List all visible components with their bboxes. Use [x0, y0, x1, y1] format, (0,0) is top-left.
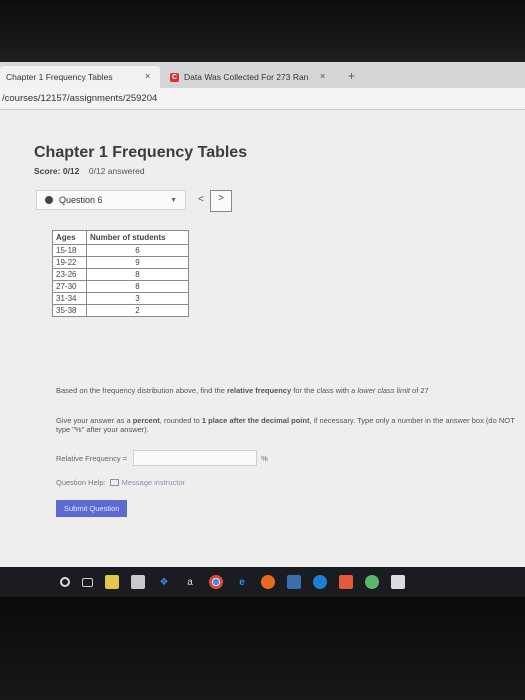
- answered-count: 0/12 answered: [88, 166, 145, 176]
- task-view-icon[interactable]: [82, 577, 93, 587]
- tab-label: Data Was Collected For 273 Ran: [184, 72, 309, 82]
- help-label: Question Help:: [56, 478, 106, 487]
- prompt-text: of 27: [409, 386, 429, 395]
- close-icon[interactable]: ×: [320, 71, 325, 81]
- age-cell: 19-22: [52, 256, 87, 269]
- question-selector[interactable]: Question 6 ▼: [36, 190, 186, 210]
- screen-bezel-top: [0, 0, 525, 62]
- relative-frequency-input[interactable]: [133, 450, 258, 466]
- instruction-text: Give your answer as a: [56, 416, 133, 425]
- answer-label: Relative Frequency =: [56, 453, 128, 463]
- score-label: Score:: [34, 166, 61, 176]
- table-row: 31-34 3: [52, 292, 189, 305]
- question-help: Question Help: Message instructor: [56, 478, 185, 487]
- app-icon[interactable]: [339, 575, 353, 589]
- instruction-text: , rounded to: [159, 416, 202, 425]
- instruction-emphasis: percent: [132, 416, 160, 425]
- question-prompt: Based on the frequency distribution abov…: [56, 386, 516, 395]
- answer-instructions: Give your answer as a percent, rounded t…: [56, 416, 516, 434]
- tab-label: Chapter 1 Frequency Tables: [6, 72, 113, 82]
- chegg-favicon-icon: C: [170, 72, 179, 82]
- chevron-down-icon: ▼: [170, 197, 177, 204]
- mail-icon: [109, 479, 119, 486]
- url-text[interactable]: /courses/12157/assignments/259204: [2, 93, 157, 104]
- photos-icon[interactable]: [287, 575, 301, 589]
- amazon-icon[interactable]: a: [183, 575, 197, 589]
- table-row: 19-22 9: [52, 256, 189, 269]
- percent-unit: %: [261, 453, 268, 463]
- prompt-text: Based on the frequency distribution abov…: [56, 386, 227, 395]
- windows-taskbar: ❖ a e: [0, 567, 525, 597]
- browser-tab-bar: Chapter 1 Frequency Tables × C Data Was …: [0, 62, 525, 88]
- address-bar[interactable]: /courses/12157/assignments/259204: [0, 88, 525, 110]
- age-cell: 35-38: [52, 304, 87, 317]
- edge-icon[interactable]: e: [235, 575, 249, 589]
- table-row: 23-26 8: [52, 268, 189, 281]
- age-cell: 27-30: [52, 280, 87, 293]
- instruction-emphasis: 1 place after the decimal point: [201, 416, 310, 425]
- message-instructor-link[interactable]: Message instructor: [109, 478, 185, 487]
- count-cell: 8: [86, 280, 189, 293]
- prompt-emphasis: lower class limit: [357, 386, 410, 395]
- app-icon[interactable]: [313, 575, 327, 589]
- age-cell: 15-18: [52, 244, 87, 257]
- table-row: 35-38 2: [52, 304, 189, 317]
- tab-data-collected[interactable]: C Data Was Collected For 273 Ran ×: [164, 66, 344, 88]
- chrome-icon[interactable]: [209, 575, 223, 589]
- firefox-icon[interactable]: [261, 575, 275, 589]
- new-tab-button[interactable]: +: [348, 69, 355, 83]
- cortana-icon[interactable]: [60, 577, 70, 587]
- dropbox-icon[interactable]: ❖: [157, 575, 171, 589]
- app-icon[interactable]: [365, 575, 379, 589]
- prompt-emphasis: relative frequency: [226, 386, 292, 395]
- score-value: 0/12: [62, 166, 80, 176]
- count-cell: 2: [86, 304, 189, 317]
- question-status-dot-icon: [45, 196, 53, 204]
- table-row: 27-30 8: [52, 280, 189, 293]
- count-cell: 8: [86, 268, 189, 281]
- age-cell: 23-26: [52, 268, 87, 281]
- count-cell: 9: [86, 256, 189, 269]
- age-cell: 31-34: [52, 292, 87, 305]
- message-instructor-label: Message instructor: [121, 478, 185, 487]
- table-row: 15-18 6: [52, 244, 189, 257]
- count-cell: 3: [86, 292, 189, 305]
- column-header-ages: Ages: [52, 230, 87, 245]
- score-line: Score: 0/12 0/12 answered: [34, 166, 145, 176]
- table-header-row: Ages Number of students: [52, 230, 189, 245]
- close-icon[interactable]: ×: [145, 71, 150, 81]
- submit-question-button[interactable]: Submit Question: [56, 500, 128, 517]
- laptop-keyboard-area: [0, 597, 525, 700]
- count-cell: 6: [86, 244, 189, 257]
- next-question-button[interactable]: >: [210, 190, 232, 212]
- previous-question-button[interactable]: <: [192, 192, 210, 210]
- page-title: Chapter 1 Frequency Tables: [34, 144, 248, 161]
- answer-row: Relative Frequency = %: [56, 450, 268, 466]
- app-icon[interactable]: [391, 575, 405, 589]
- file-explorer-icon[interactable]: [105, 575, 119, 589]
- page-content: Chapter 1 Frequency Tables Score: 0/12 0…: [0, 110, 525, 580]
- laptop-screen: Chapter 1 Frequency Tables × C Data Was …: [0, 62, 525, 597]
- prompt-text: for the class with a: [291, 386, 358, 395]
- frequency-table: Ages Number of students 15-18 6 19-22 9 …: [52, 230, 189, 317]
- question-selector-label: Question 6: [59, 195, 103, 205]
- store-icon[interactable]: [131, 575, 145, 589]
- column-header-students: Number of students: [86, 230, 189, 245]
- tab-chapter-1[interactable]: Chapter 1 Frequency Tables ×: [0, 66, 160, 88]
